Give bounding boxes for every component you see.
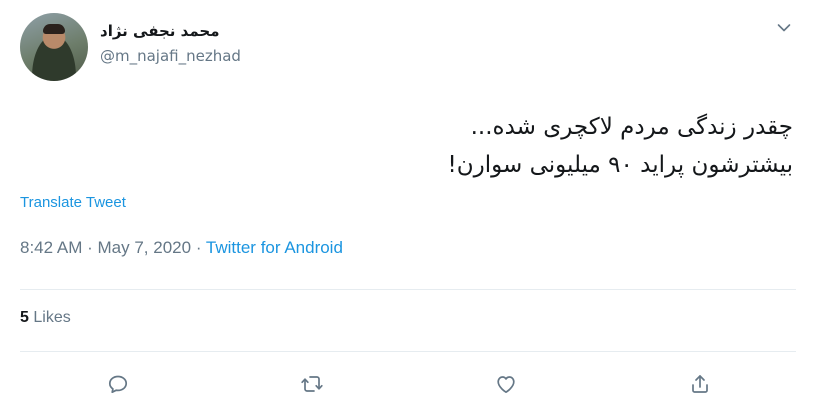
meta-separator: · bbox=[195, 238, 202, 257]
tweet-line-2: بیشترشون پراید ۹۰ میلیونی سوارن! bbox=[447, 152, 794, 178]
share-icon bbox=[692, 375, 708, 393]
chevron-down-icon[interactable] bbox=[776, 20, 792, 36]
meta-separator: · bbox=[87, 238, 93, 257]
retweet-button[interactable] bbox=[296, 368, 328, 400]
reply-button[interactable] bbox=[102, 368, 134, 400]
tweet-text: چقدر زندگی مردم لاکچری شده... بیشترشون پ… bbox=[33, 108, 794, 184]
translate-tweet-link[interactable]: Translate Tweet bbox=[20, 194, 126, 211]
tweet-source-link[interactable]: Twitter for Android bbox=[206, 238, 343, 257]
heart-icon bbox=[497, 376, 515, 394]
tweet-time[interactable]: 8:42 AM bbox=[20, 238, 82, 257]
avatar-hair bbox=[43, 24, 65, 34]
likes-count: 5 bbox=[20, 309, 29, 326]
divider bbox=[20, 289, 796, 290]
likes-stat[interactable]: 5 Likes bbox=[20, 309, 71, 327]
display-name[interactable]: محمد نجفی نژاد bbox=[100, 20, 241, 42]
user-info[interactable]: محمد نجفی نژاد @m_najafi_nezhad bbox=[100, 20, 241, 67]
tweet-date[interactable]: May 7, 2020 bbox=[98, 238, 192, 257]
reply-icon bbox=[108, 375, 128, 394]
share-button[interactable] bbox=[684, 368, 716, 400]
tweet-meta: 8:42 AM · May 7, 2020 · Twitter for Andr… bbox=[20, 238, 343, 258]
retweet-icon bbox=[301, 376, 323, 392]
divider bbox=[20, 351, 796, 352]
tweet-line-1: چقدر زندگی مردم لاکچری شده... bbox=[470, 114, 793, 140]
avatar[interactable] bbox=[20, 13, 88, 81]
user-handle[interactable]: @m_najafi_nezhad bbox=[100, 45, 241, 67]
likes-label: Likes bbox=[33, 309, 71, 326]
like-button[interactable] bbox=[490, 368, 522, 400]
action-bar bbox=[0, 368, 816, 400]
tweet-card: محمد نجفی نژاد @m_najafi_nezhad چقدر زند… bbox=[0, 0, 816, 417]
